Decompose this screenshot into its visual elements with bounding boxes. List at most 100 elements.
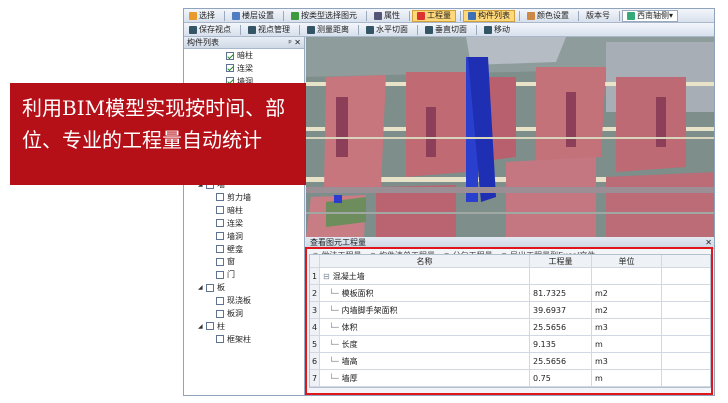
tree-item-label: 连梁 — [227, 218, 243, 228]
tree-checkbox[interactable] — [216, 206, 224, 215]
view-toolbar-label-1: 视点管理 — [258, 25, 290, 34]
tree-item[interactable]: 现浇板 — [208, 295, 251, 306]
tree-item-label: 墙洞 — [227, 231, 243, 241]
tree-checkbox[interactable] — [216, 309, 224, 318]
caption-line-1: 利用BIM模型实现按时间、部 — [22, 96, 286, 120]
caption-banner: 利用BIM模型实现按时间、部 位、专业的工程量自动统计 — [10, 83, 306, 185]
palette-icon — [527, 11, 535, 20]
layers-icon — [232, 11, 240, 20]
tree-item[interactable]: 墙洞 — [208, 231, 243, 242]
toolbar-separator — [409, 10, 410, 21]
main-toolbar-label-1: 楼层设置 — [242, 11, 274, 20]
main-toolbar-button-0[interactable]: 选择 — [184, 10, 220, 22]
cursor-icon — [189, 11, 197, 20]
tree-checkbox[interactable] — [216, 257, 224, 266]
main-toolbar-button-6[interactable]: 颜色设置 — [522, 10, 574, 22]
view-icon — [627, 11, 635, 20]
main-toolbar-button-3[interactable]: 属性 — [369, 10, 405, 22]
tree-checkbox[interactable] — [216, 335, 224, 344]
tree-checkbox[interactable] — [216, 245, 224, 253]
tree-item-label: 板洞 — [227, 309, 243, 318]
tree-item-label: 暗柱 — [227, 205, 243, 215]
view-toolbar-button-1[interactable]: 视点管理 — [243, 24, 295, 36]
view-toolbar-button-2[interactable]: 测量距离 — [302, 24, 354, 36]
view-toolbar-button-4[interactable]: 垂直切面 — [420, 24, 472, 36]
tree-item[interactable]: ◢ 板 — [198, 282, 225, 293]
view-toolbar-button-3[interactable]: 水平切面 — [361, 24, 413, 36]
tree-item[interactable]: 窗 — [208, 256, 235, 267]
toolbar-separator — [283, 10, 284, 21]
properties-icon — [374, 11, 382, 20]
move-icon — [484, 25, 492, 34]
view-toolbar-label-2: 测量距离 — [317, 25, 349, 34]
tree-item[interactable]: 板洞 — [208, 308, 243, 319]
chevron-down-icon: ▾ — [669, 11, 674, 20]
expand-toggle-icon[interactable]: ◢ — [198, 284, 204, 291]
main-toolbar-button-4[interactable]: 工程量 — [412, 9, 456, 22]
highlight-frame — [305, 247, 713, 395]
view-toolbar-label-0: 保存视点 — [199, 25, 231, 34]
main-toolbar-label-3: 属性 — [384, 11, 400, 20]
tree-item-label: 剪力墙 — [227, 192, 251, 202]
caption-line-2: 位、专业的工程量自动统计 — [22, 128, 262, 152]
tree-checkbox[interactable] — [226, 51, 234, 60]
toolbar-separator — [366, 10, 367, 21]
component-list-header: 构件列表 ᵖ ✕ — [184, 37, 304, 49]
main-toolbar-button-2[interactable]: 按类型选择图元 — [286, 10, 362, 22]
panel-pin-close-icons[interactable]: ᵖ ✕ — [288, 38, 304, 47]
tree-checkbox[interactable] — [216, 219, 224, 228]
bim-3d-model — [306, 37, 714, 237]
toolbar-separator — [619, 10, 620, 21]
toolbar-separator — [358, 24, 359, 35]
main-toolbar-label-8: 西南轴侧 — [637, 11, 669, 20]
quantity-icon — [417, 11, 425, 20]
main-toolbar-button-7[interactable]: 版本号 — [581, 10, 615, 22]
tree-checkbox[interactable] — [226, 64, 234, 73]
tree-item[interactable]: 门 — [208, 269, 235, 280]
close-icon[interactable]: ✕ — [705, 238, 714, 247]
tree-item[interactable]: ◢ 柱 — [198, 321, 225, 332]
tree-item[interactable]: 壁龛 — [208, 244, 243, 255]
tree-item[interactable]: 暗柱 — [208, 205, 243, 216]
toolbar-separator — [519, 10, 520, 21]
tree-item[interactable]: 连梁 — [208, 218, 243, 229]
tree-item[interactable]: 框架柱 — [208, 334, 251, 345]
tree-checkbox[interactable] — [216, 193, 224, 202]
list-icon — [468, 11, 476, 20]
measure-icon — [307, 25, 315, 34]
tree-checkbox[interactable] — [206, 283, 214, 292]
main-toolbar-button-1[interactable]: 楼层设置 — [227, 10, 279, 22]
toolbar-separator — [476, 24, 477, 35]
tree-item[interactable]: 连梁 — [218, 63, 253, 74]
tree-checkbox[interactable] — [206, 322, 214, 331]
section-h-icon — [366, 25, 374, 34]
viewpoint-icon — [248, 25, 256, 34]
tree-checkbox[interactable] — [216, 296, 224, 305]
main-toolbar-label-7: 版本号 — [586, 11, 610, 20]
toolbar-separator — [417, 24, 418, 35]
main-toolbar-label-4: 工程量 — [427, 11, 451, 20]
save-icon — [189, 25, 197, 34]
toolbar-separator — [578, 10, 579, 21]
view-toolbar: 保存视点 视点管理 测量距离 水平切面 垂直切面 移动 — [184, 23, 714, 37]
tree-item-label: 板 — [217, 283, 225, 293]
main-toolbar-button-5[interactable]: 构件列表 — [463, 9, 515, 22]
view-toolbar-button-5[interactable]: 移动 — [479, 24, 515, 36]
view-toolbar-button-0[interactable]: 保存视点 — [184, 24, 236, 36]
tree-item-label: 暗柱 — [237, 51, 253, 60]
3d-model-viewport[interactable] — [306, 37, 714, 237]
tree-item[interactable]: 剪力墙 — [208, 192, 251, 203]
tree-item-label: 框架柱 — [227, 334, 251, 344]
main-toolbar-label-2: 按类型选择图元 — [301, 11, 357, 20]
main-toolbar-label-6: 颜色设置 — [537, 11, 569, 20]
tree-checkbox[interactable] — [216, 232, 224, 241]
view-toolbar-label-4: 垂直切面 — [435, 25, 467, 34]
tree-item-label: 现浇板 — [227, 296, 251, 306]
toolbar-separator — [460, 10, 461, 21]
main-toolbar: 选择 楼层设置 按类型选择图元 属性 工程量 构件列表 颜色设置 版本号 西南轴侧 ▾ — [184, 9, 714, 23]
tree-item[interactable]: 暗柱 — [218, 50, 253, 61]
tree-item-label: 连梁 — [237, 63, 253, 73]
tree-checkbox[interactable] — [216, 270, 224, 279]
main-toolbar-button-8[interactable]: 西南轴侧 ▾ — [622, 9, 679, 22]
expand-toggle-icon[interactable]: ◢ — [198, 323, 204, 330]
